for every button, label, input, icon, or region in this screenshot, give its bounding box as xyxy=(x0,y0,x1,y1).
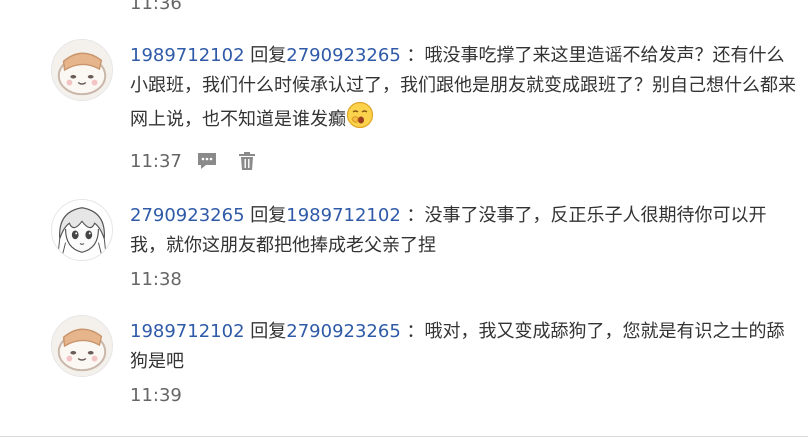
reply-time: 11:37 xyxy=(130,151,182,172)
separator: ： xyxy=(406,205,425,226)
cartoon-cat-avatar-icon xyxy=(52,40,112,100)
reply-target-link[interactable]: 1989712102 xyxy=(286,205,401,226)
reply-content: 1989712102 回复2790923265 ：哦对，我又变成舔狗了，您就是有… xyxy=(130,317,802,377)
reply-target-link[interactable]: 2790923265 xyxy=(286,45,401,66)
username-link[interactable]: 1989712102 xyxy=(130,45,245,66)
avatar[interactable] xyxy=(51,39,113,101)
yawn-emoji-icon xyxy=(346,101,374,129)
separator: ： xyxy=(406,45,425,66)
avatar[interactable] xyxy=(51,199,113,261)
avatar[interactable] xyxy=(51,315,113,377)
reply-target-link[interactable]: 2790923265 xyxy=(286,321,401,342)
anime-girl-avatar-icon xyxy=(52,200,112,260)
reply-content: 2790923265 回复1989712102 ：没事了没事了，反正乐子人很期待… xyxy=(130,201,802,261)
cartoon-cat-avatar-icon xyxy=(52,316,112,376)
username-link[interactable]: 2790923265 xyxy=(130,205,245,226)
delete-icon[interactable] xyxy=(236,150,258,172)
reply-icon[interactable] xyxy=(196,150,218,172)
separator: ： xyxy=(406,321,425,342)
divider xyxy=(0,436,808,437)
reply-keyword: 回复 xyxy=(250,321,287,342)
reply-content: 1989712102 回复2790923265 ：哦没事吃撑了来这里造谣不给发声… xyxy=(130,41,802,135)
reply-time: 11:39 xyxy=(130,385,182,406)
reply-actions xyxy=(196,150,258,172)
username-link[interactable]: 1989712102 xyxy=(130,321,245,342)
reply-time: 11:38 xyxy=(130,269,182,290)
reply-keyword: 回复 xyxy=(250,45,287,66)
reply-keyword: 回复 xyxy=(250,205,287,226)
previous-comment-time: 11:36 xyxy=(130,0,182,14)
